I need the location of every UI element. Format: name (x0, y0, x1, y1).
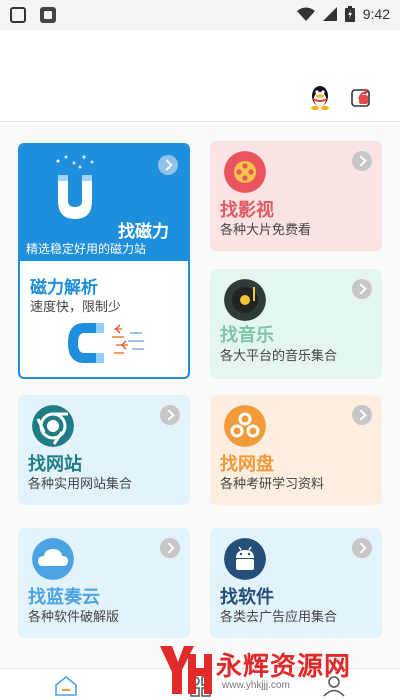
status-time: 9:42 (362, 6, 390, 22)
find-netdisk-subtitle: 各种考研学习资料 (220, 477, 325, 492)
status-bar: 9:42 (0, 0, 400, 30)
find-magnet-section[interactable]: 找磁力 精选稳定好用的磁力站 (20, 145, 188, 261)
chevron-right-icon (352, 279, 372, 299)
horseshoe-magnet-icon (68, 323, 144, 363)
share-icon[interactable] (350, 86, 372, 108)
qq-icon[interactable] (308, 84, 332, 110)
watermark-url: www.yhkjjj.com (222, 680, 290, 691)
shield-icon (40, 7, 56, 23)
home-icon[interactable] (54, 675, 78, 697)
chevron-right-icon (352, 538, 372, 558)
cellular-icon (322, 7, 337, 21)
watermark-logo-icon (160, 646, 212, 694)
magnet-icon (56, 155, 94, 219)
chevron-right-icon (160, 405, 180, 425)
find-music-card[interactable]: 找音乐 各大平台的音乐集合 (210, 269, 382, 379)
chrome-icon (32, 405, 74, 447)
main-content: 找磁力 精选稳定好用的磁力站 磁力解析 速度快，限制少 找影视 各种大片免费看 (0, 123, 400, 668)
cloud-icon (32, 538, 74, 580)
chevron-right-icon (352, 405, 372, 425)
find-magnet-card[interactable]: 找磁力 精选稳定好用的磁力站 磁力解析 速度快，限制少 (18, 143, 190, 379)
find-website-subtitle: 各种实用网站集合 (28, 477, 133, 492)
find-magnet-subtitle: 精选稳定好用的磁力站 (26, 242, 147, 256)
find-movie-card[interactable]: 找影视 各种大片免费看 (210, 141, 382, 251)
music-disc-icon (224, 279, 266, 321)
watermark-title: 永辉资源网 (216, 652, 352, 682)
battery-icon (344, 6, 355, 22)
find-music-subtitle: 各大平台的音乐集合 (220, 349, 338, 364)
cloud-disk-icon (224, 405, 266, 447)
find-website-card[interactable]: 找网站 各种实用网站集合 (18, 395, 190, 505)
find-magnet-title: 找磁力 (118, 222, 169, 242)
find-music-title: 找音乐 (220, 325, 274, 346)
wifi-icon (296, 7, 315, 21)
find-movie-subtitle: 各种大片免费看 (220, 223, 312, 238)
find-lanzou-subtitle: 各种软件破解版 (28, 610, 120, 625)
magnet-parse-subtitle: 速度快，限制少 (30, 300, 122, 315)
find-netdisk-card[interactable]: 找网盘 各种考研学习资料 (210, 395, 382, 505)
find-lanzou-card[interactable]: 找蓝奏云 各种软件破解版 (18, 528, 190, 638)
chevron-right-icon (160, 538, 180, 558)
chevron-right-icon (352, 151, 372, 171)
magnet-parse-title[interactable]: 磁力解析 (30, 273, 98, 298)
chevron-right-icon (158, 155, 178, 175)
film-reel-icon (224, 151, 266, 193)
notification-square-icon (10, 7, 26, 23)
android-icon (224, 538, 266, 580)
find-software-subtitle: 各类去广告应用集合 (220, 610, 338, 625)
find-software-card[interactable]: 找软件 各类去广告应用集合 (210, 528, 382, 638)
watermark: 永辉资源网 www.yhkjjj.com (150, 640, 390, 700)
app-header (0, 30, 400, 122)
